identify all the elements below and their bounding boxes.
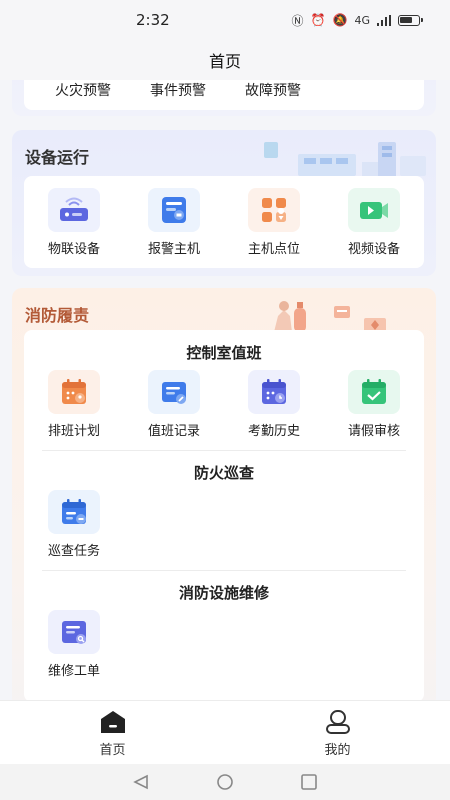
recents-icon[interactable] (300, 773, 318, 791)
divider (42, 570, 406, 571)
patrol-title: 防火巡查 (193, 464, 254, 482)
system-nav-bar (0, 764, 450, 800)
tile-label: 主机点位 (247, 242, 300, 257)
fire-equipment-illustration (274, 301, 386, 332)
device-card: 物联设备 报警主机 主机点位 视频设备 (24, 176, 424, 268)
tab-profile[interactable]: 我的 (225, 701, 450, 764)
schedule-plan-icon (48, 370, 100, 414)
tile-label: 巡查任务 (47, 544, 100, 559)
tile-label: 维修工单 (47, 664, 100, 679)
status-icons: Ⓝ ⏰ 🔕 4G (291, 12, 423, 29)
profile-icon (325, 710, 350, 734)
tile-label: 报警主机 (147, 242, 200, 257)
device-section-title: 设备运行 (25, 148, 90, 167)
duty-card: 控制室值班 排班计划 值班记录 考勤历史 请假审核 防火巡查 巡查任务 消防设施… (24, 330, 424, 700)
tile-label: 值班记录 (147, 424, 200, 439)
alarm-host-icon (148, 188, 200, 232)
patrol-row: 巡查任务 (24, 490, 424, 559)
back-icon[interactable] (132, 774, 150, 790)
tile-patrol-task[interactable]: 巡查任务 (24, 490, 124, 559)
device-illustration (264, 142, 426, 178)
maintenance-row: 维修工单 (24, 610, 424, 679)
host-point-icon (248, 188, 300, 232)
tab-home[interactable]: 首页 (0, 701, 225, 764)
tab-label: 首页 (99, 743, 126, 758)
network-type: 4G (354, 13, 370, 27)
status-time: 2:32 (136, 11, 170, 29)
alarm-icon: ⏰ (310, 13, 326, 27)
page-title: 首页 (208, 52, 241, 71)
nfc-icon: Ⓝ (291, 13, 304, 28)
duty-section: 消防履责 控制室值班 排班计划 值班记录 考勤历史 请假审核 防火巡查 巡查任务… (12, 288, 436, 700)
tab-label: 我的 (324, 743, 351, 758)
battery-icon (398, 14, 423, 26)
tile-leave-review[interactable]: 请假审核 (324, 370, 424, 439)
patrol-task-icon (48, 490, 100, 534)
alert-event[interactable]: 事件预警 (150, 80, 206, 100)
tile-label: 排班计划 (47, 424, 100, 439)
tile-host-point[interactable]: 主机点位 (224, 188, 324, 257)
device-section: 设备运行 物联设备 报警主机 主机点位 视频设备 (12, 130, 436, 276)
tab-bar: 首页 我的 (0, 700, 450, 764)
alert-fire[interactable]: 火灾预警 (55, 80, 111, 100)
tile-iot-device[interactable]: 物联设备 (24, 188, 124, 257)
leave-review-icon (348, 370, 400, 414)
signal-icon (377, 14, 391, 26)
control-room-title: 控制室值班 (186, 344, 262, 362)
tile-schedule-plan[interactable]: 排班计划 (24, 370, 124, 439)
duty-record-icon (148, 370, 200, 414)
duty-section-title: 消防履责 (25, 306, 90, 325)
tile-alarm-host[interactable]: 报警主机 (124, 188, 224, 257)
home-content[interactable]: 火灾预警 事件预警 故障预警 设备运行 物联设备 报警主机 主机点位 视频设备 … (0, 80, 450, 700)
nav-bar: 首页 (0, 40, 450, 80)
tile-attendance-history[interactable]: 考勤历史 (224, 370, 324, 439)
alert-card: 火灾预警 事件预警 故障预警 (24, 80, 424, 110)
mute-icon: 🔕 (332, 13, 348, 27)
tile-label: 请假审核 (347, 424, 400, 439)
divider (42, 450, 406, 451)
tile-repair-order[interactable]: 维修工单 (24, 610, 124, 679)
tile-label: 物联设备 (47, 242, 100, 257)
tile-label: 视频设备 (347, 242, 400, 257)
home-icon (100, 711, 125, 733)
repair-order-icon (48, 610, 100, 654)
alert-fault[interactable]: 故障预警 (245, 80, 301, 100)
maintenance-title: 消防设施维修 (178, 584, 269, 602)
control-room-row: 排班计划 值班记录 考勤历史 请假审核 (24, 370, 424, 439)
tile-duty-record[interactable]: 值班记录 (124, 370, 224, 439)
home-button-icon[interactable] (216, 773, 234, 791)
device-row: 物联设备 报警主机 主机点位 视频设备 (24, 188, 424, 257)
alert-section: 火灾预警 事件预警 故障预警 (12, 80, 436, 116)
iot-device-icon (48, 188, 100, 232)
tile-label: 考勤历史 (247, 424, 300, 439)
attendance-history-icon (248, 370, 300, 414)
video-device-icon (348, 188, 400, 232)
status-bar: 2:32 Ⓝ ⏰ 🔕 4G (0, 0, 450, 40)
tile-video-device[interactable]: 视频设备 (324, 188, 424, 257)
